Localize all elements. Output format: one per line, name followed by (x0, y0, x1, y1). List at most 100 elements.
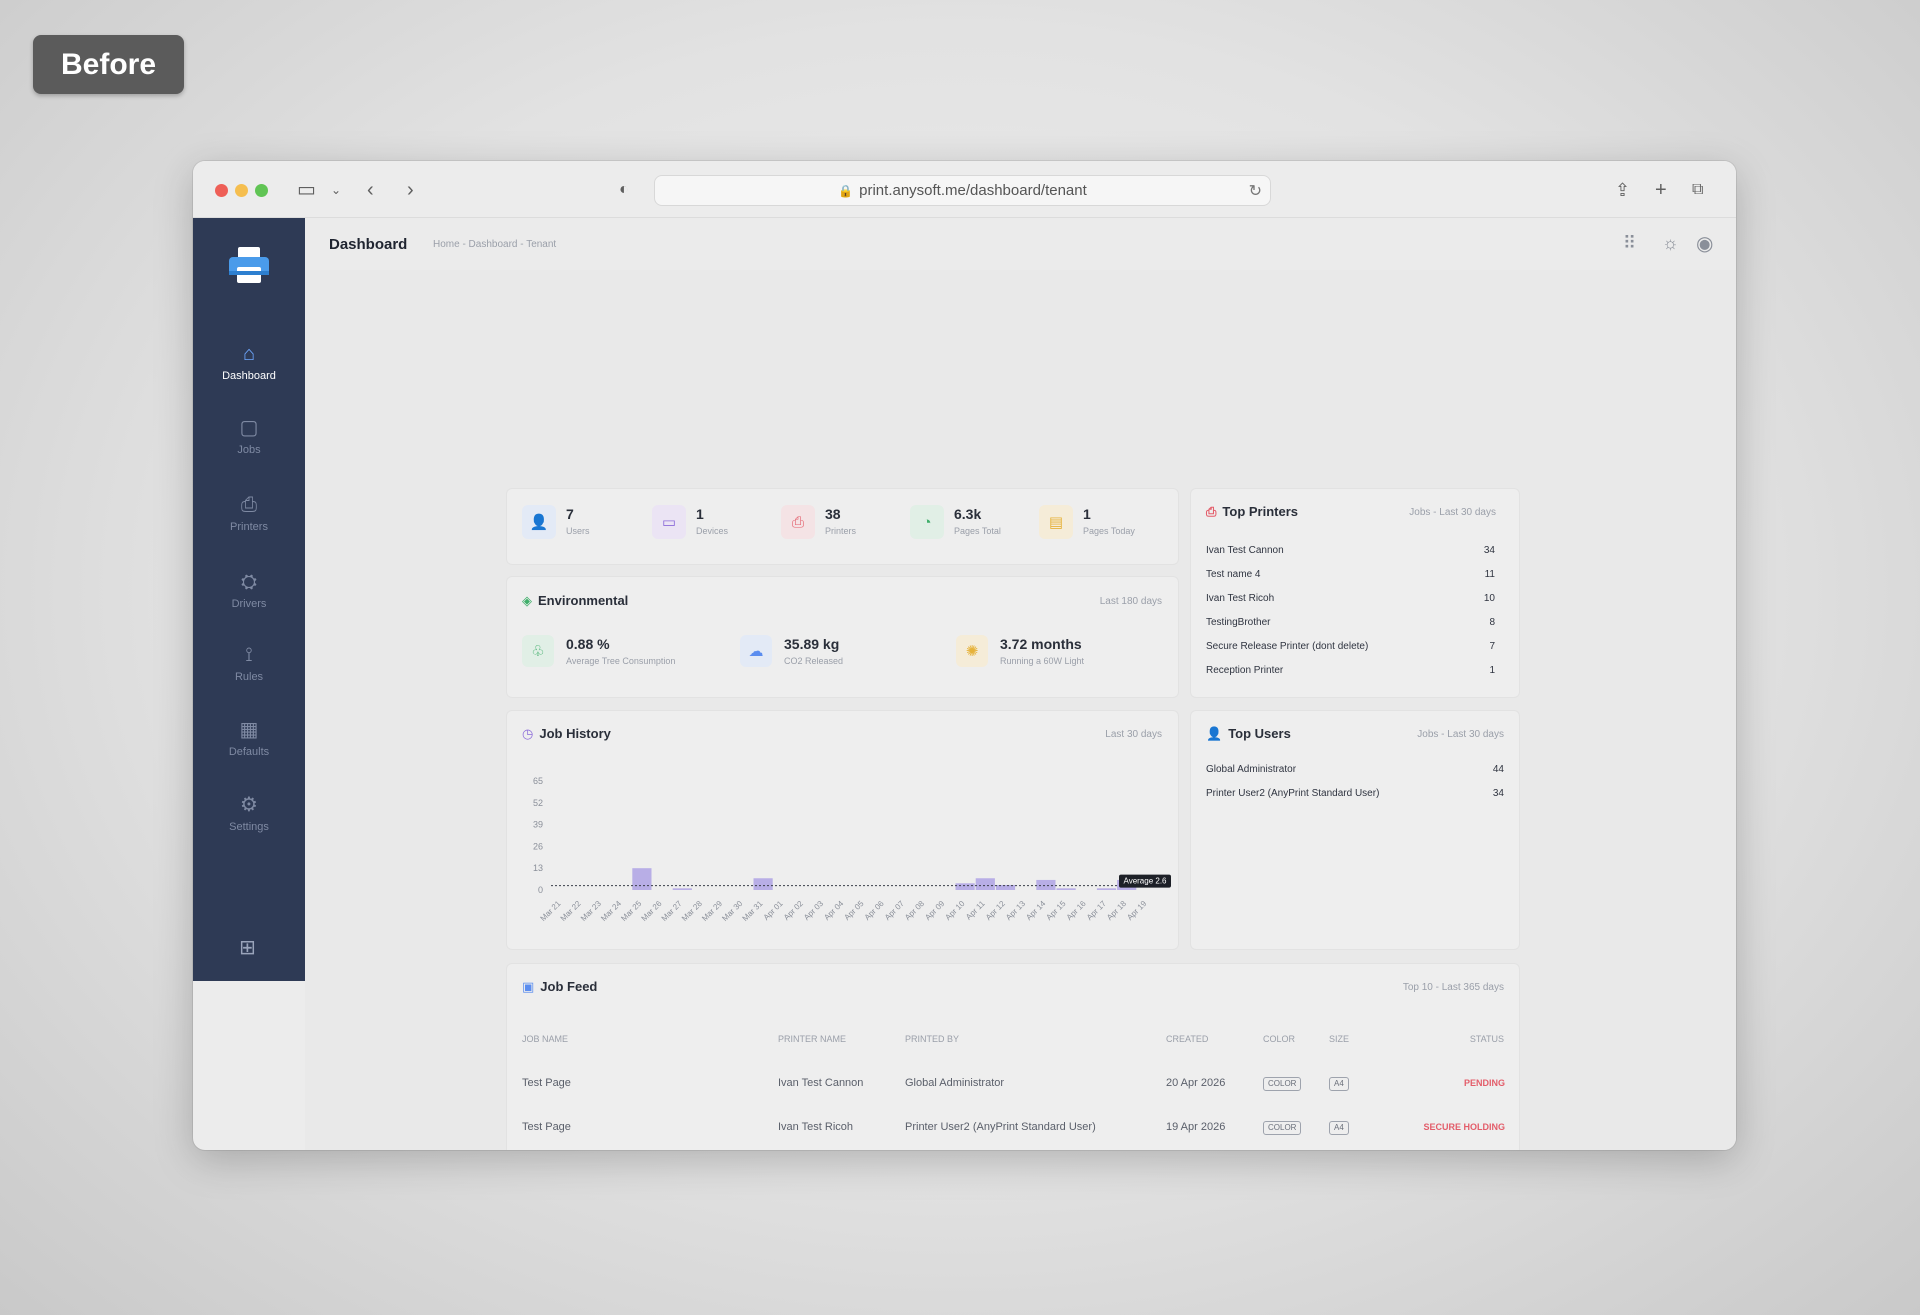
gear-icon: ⚙ (240, 794, 258, 816)
stat-label: Pages Today (1083, 526, 1135, 536)
list-item[interactable]: Printer User2 (AnyPrint Standard User) 34 (1206, 788, 1504, 799)
sidebar-item-printers[interactable]: ⎙ Printers (193, 493, 305, 553)
stats-card: 👤 7 Users ▭ 1 Devices ⎙ 38 Printers ◔ 6.3k P… (506, 488, 1179, 565)
sidebar-item-label: Drivers (231, 598, 267, 610)
environmental-title: Environmental (538, 593, 629, 608)
list-item[interactable]: Global Administrator 44 (1206, 764, 1504, 775)
column-header-created[interactable]: CREATED (1166, 1034, 1208, 1044)
job-name-cell: Test Page (522, 1121, 571, 1133)
average-label: Average 2.6 (1124, 877, 1168, 886)
created-cell: 20 Apr 2026 (1166, 1077, 1226, 1089)
new-tab-icon[interactable]: + (1655, 178, 1667, 202)
x-tick-label: Apr 07 (883, 899, 906, 922)
stat-printers[interactable]: ⎙ 38 Printers (781, 505, 856, 539)
stat-users[interactable]: 👤 7 Users (522, 505, 590, 539)
table-row[interactable]: Test Page Ivan Test Ricoh Printer User2 (A… (507, 1121, 1519, 1141)
card-period: Jobs - Last 30 days (1417, 729, 1504, 740)
job-feed-title: Job Feed (540, 979, 598, 994)
list-item[interactable]: Reception Printer 1 (1206, 665, 1495, 676)
table-row[interactable]: Test Page Ivan Test Cannon Global Administ… (507, 1077, 1519, 1097)
column-header-color[interactable]: COLOR (1263, 1034, 1295, 1044)
share-icon[interactable]: ⇪ (1615, 178, 1630, 202)
env-value: 3.72 months (1000, 636, 1082, 652)
printer-logo-icon[interactable] (229, 247, 269, 285)
column-header-size[interactable]: SIZE (1329, 1034, 1349, 1044)
sidebar-item-defaults[interactable]: ▦ Defaults (193, 718, 305, 778)
env-value: 35.89 kg (784, 636, 840, 652)
breadcrumb[interactable]: Home - Dashboard - Tenant (433, 239, 556, 250)
printer-count: 11 (1484, 569, 1495, 580)
chart-bar[interactable] (955, 883, 975, 890)
printer-count: 8 (1489, 617, 1495, 628)
forward-icon[interactable]: › (407, 178, 414, 202)
list-item[interactable]: Secure Release Printer (dont delete) 7 (1206, 641, 1495, 652)
stat-devices[interactable]: ▭ 1 Devices (652, 505, 728, 539)
monitor-icon: ▭ (652, 505, 686, 539)
user-avatar-icon[interactable]: ◉ (1696, 231, 1713, 256)
stat-pages-today[interactable]: ▤ 1 Pages Today (1039, 505, 1135, 539)
environmental-card: ◈ Environmental Last 180 days ♧ 0.88 % Ave… (506, 576, 1179, 698)
sidebar-item-jobs[interactable]: ▢ Jobs (193, 416, 305, 476)
column-header-printer-name[interactable]: PRINTER NAME (778, 1034, 846, 1044)
chart-bar[interactable] (1036, 879, 1056, 890)
maximize-window-button[interactable] (255, 184, 268, 197)
stat-value: 1 (1083, 506, 1091, 522)
chart-bar[interactable] (672, 888, 692, 890)
stat-pages-total[interactable]: ◔ 6.3k Pages Total (910, 505, 1001, 539)
x-tick-label: Apr 06 (863, 899, 886, 922)
minimize-window-button[interactable] (235, 184, 248, 197)
sidebar-item-label: Printers (230, 521, 268, 533)
sidebar-item-label: Rules (234, 671, 264, 683)
before-badge: Before (33, 35, 184, 94)
apps-menu-icon[interactable]: ⠿ (1623, 233, 1636, 254)
back-icon[interactable]: ‹ (367, 178, 374, 202)
x-tick-label: Mar 30 (720, 899, 744, 923)
x-tick-label: Mar 27 (660, 899, 684, 923)
chart-bar[interactable] (975, 878, 995, 890)
list-item[interactable]: Ivan Test Ricoh 10 (1206, 593, 1495, 604)
column-header-job-name[interactable]: JOB NAME (522, 1034, 568, 1044)
x-tick-label: Mar 25 (619, 899, 643, 923)
x-tick-label: Apr 05 (842, 899, 865, 922)
page-title: Dashboard (329, 236, 408, 253)
list-item[interactable]: Ivan Test Cannon 34 (1206, 545, 1495, 556)
list-item[interactable]: TestingBrother 8 (1206, 617, 1495, 628)
tabs-overview-icon[interactable]: ⧉ (1692, 178, 1703, 202)
pages-icon: ◔ (910, 505, 944, 539)
chart-bar[interactable] (1096, 888, 1117, 890)
sidebar-item-drivers[interactable]: ⛭ Drivers (193, 570, 305, 630)
address-bar[interactable]: 🔒 print.anysoft.me/dashboard/tenant ↻ (654, 175, 1271, 206)
column-header-printed-by[interactable]: PRINTED BY (905, 1034, 959, 1044)
sidebar-item-settings[interactable]: ⚙ Settings (193, 793, 305, 853)
list-item[interactable]: Test name 4 11 (1206, 569, 1495, 580)
chart-bar[interactable] (632, 868, 652, 890)
chart-bar[interactable] (1056, 888, 1076, 890)
shield-icon[interactable]: ◐ (619, 178, 629, 202)
x-tick-label: Apr 09 (923, 899, 946, 922)
sidebar-toggle-icon[interactable]: ▭ (297, 178, 316, 202)
column-header-status[interactable]: STATUS (1470, 1034, 1504, 1044)
sidebar-item-rules[interactable]: ⟟ Rules (193, 643, 305, 703)
printer-name-cell: Ivan Test Cannon (778, 1077, 864, 1089)
chart-bar[interactable] (753, 878, 773, 890)
stat-label: Pages Total (954, 526, 1001, 536)
printed-by-cell: Global Administrator (905, 1077, 1005, 1089)
theme-toggle-icon[interactable]: ☼ (1662, 233, 1679, 254)
stat-value: 38 (825, 506, 841, 522)
apps-grid-icon[interactable]: ⊞ (239, 935, 256, 960)
close-window-button[interactable] (215, 184, 228, 197)
y-tick-label: 39 (533, 820, 543, 830)
sidebar-item-dashboard[interactable]: ⌂ Dashboard (193, 342, 305, 402)
job-name-cell: Test Page (522, 1077, 571, 1089)
env-value: 0.88 % (566, 636, 610, 652)
sidebar-item-label: Settings (229, 821, 269, 833)
users-icon: 👤 (1206, 726, 1223, 741)
printer-name: Test name 4 (1206, 569, 1261, 580)
x-tick-label: Apr 02 (782, 899, 805, 922)
reload-icon[interactable]: ↻ (1249, 181, 1262, 201)
x-tick-label: Apr 08 (903, 899, 926, 922)
printed-by-cell: Printer User2 (AnyPrint Standard User) (905, 1121, 1096, 1133)
x-tick-label: Apr 13 (1004, 899, 1027, 922)
users-icon: 👤 (522, 505, 556, 539)
chevron-down-icon[interactable]: ⌄ (331, 178, 341, 202)
